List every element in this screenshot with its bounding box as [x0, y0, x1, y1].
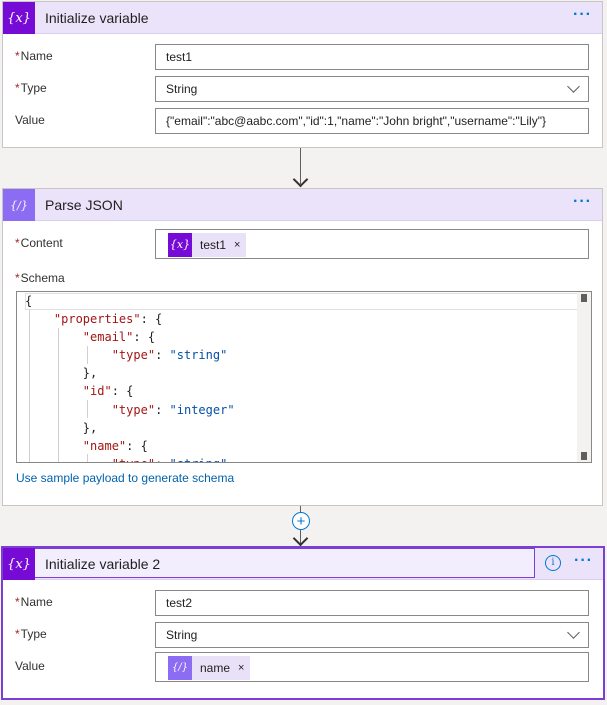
schema-editor[interactable]: { "properties": { "email": { "type": "st… [16, 291, 592, 463]
name-input[interactable]: test1 [155, 44, 589, 70]
insert-step-button[interactable]: + [292, 512, 310, 530]
schema-line: { [25, 294, 33, 308]
more-options-button[interactable]: ··· [573, 193, 592, 211]
remove-token-button[interactable]: × [234, 233, 240, 257]
info-icon[interactable]: i [545, 555, 561, 571]
type-label: *Type [15, 627, 47, 641]
value-label: Value [15, 113, 45, 127]
schema-code: { "properties": { "email": { "type": "st… [25, 292, 577, 462]
scrollbar[interactable] [577, 292, 591, 462]
name-input[interactable]: test2 [155, 590, 589, 616]
schema-line: }, [25, 366, 98, 381]
remove-token-button[interactable]: × [238, 656, 244, 680]
value-label: Value [15, 659, 45, 673]
chevron-down-icon [567, 80, 580, 93]
parse-json-icon: {/} [168, 656, 192, 680]
scroll-thumb[interactable] [581, 294, 587, 302]
more-options-button[interactable]: ··· [573, 6, 592, 24]
type-select[interactable]: String [155, 622, 589, 648]
content-input[interactable]: {x} test1 × [155, 229, 589, 259]
initialize-variable-card: {x} Initialize variable ··· *Name test1 … [2, 1, 603, 148]
value-input[interactable]: {/} name × [155, 652, 589, 682]
schema-line: "name": { [82, 438, 148, 453]
scroll-thumb-bottom[interactable] [581, 452, 587, 460]
schema-line: "id": { [82, 384, 134, 399]
name-label: *Name [15, 595, 53, 609]
initialize-variable-2-card: {x} Initialize variable 2 i ··· *Name te… [1, 546, 605, 700]
schema-line: "properties": { [53, 312, 163, 327]
chevron-down-icon [567, 626, 580, 639]
schema-label: *Schema [15, 271, 65, 285]
card-title[interactable]: Initialize variable 2 [45, 556, 160, 572]
parse-json-card: {/} Parse JSON ··· *Content {x} test1 × … [2, 188, 603, 506]
card-header[interactable]: {/} Parse JSON ··· [3, 189, 602, 221]
dynamic-content-token[interactable]: {x} test1 × [168, 233, 247, 257]
content-label: *Content [15, 236, 63, 250]
name-label: *Name [15, 49, 53, 63]
schema-line: "type": "string" [111, 348, 228, 363]
dynamic-content-token[interactable]: {/} name × [168, 656, 251, 680]
variable-icon: {x} [3, 548, 35, 580]
schema-line: "type": "string" [25, 455, 577, 462]
variable-icon: {x} [168, 233, 192, 257]
type-label: *Type [15, 81, 47, 95]
value-input[interactable]: {"email":"abc@aabc.com","id":1,"name":"J… [155, 108, 589, 134]
down-arrow-icon [292, 530, 309, 547]
type-select[interactable]: String [155, 76, 589, 102]
schema-line: "email": { [82, 330, 156, 345]
card-title[interactable]: Parse JSON [45, 197, 123, 213]
token-label: test1 [200, 238, 227, 252]
card-title[interactable]: Initialize variable [45, 10, 149, 26]
more-options-button[interactable]: ··· [574, 552, 593, 570]
use-sample-payload-link[interactable]: Use sample payload to generate schema [16, 471, 234, 485]
schema-line: "type": "integer" [111, 402, 235, 417]
token-label: name [200, 661, 231, 675]
card-header[interactable]: {x} Initialize variable ··· [3, 2, 602, 34]
parse-json-icon: {/} [3, 189, 35, 221]
variable-icon: {x} [3, 2, 35, 34]
down-arrow-icon [292, 171, 309, 188]
card-header[interactable]: {x} Initialize variable 2 i ··· [3, 548, 603, 580]
schema-line: }, [25, 420, 98, 435]
